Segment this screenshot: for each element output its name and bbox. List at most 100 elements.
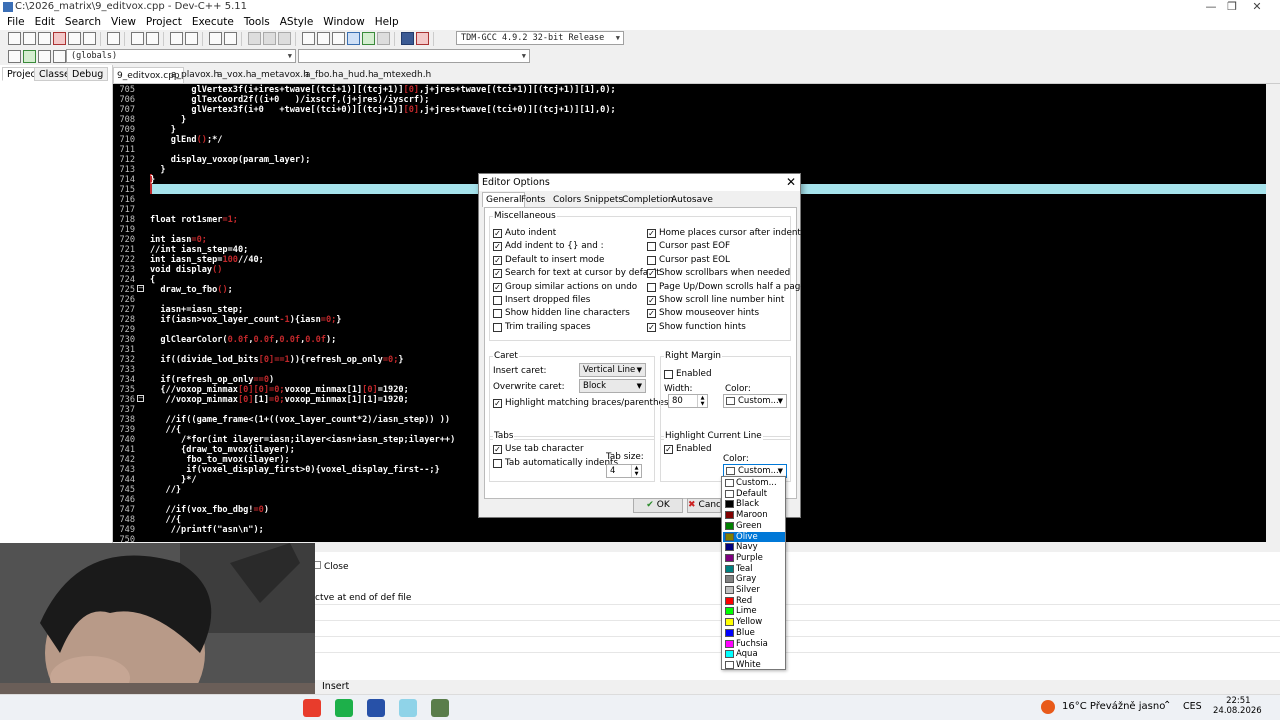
color-option[interactable]: Green <box>723 521 785 532</box>
find-icon[interactable] <box>170 32 183 45</box>
option-checkbox[interactable]: ✓ Group similar actions on undo <box>493 282 637 293</box>
code-line[interactable]: if(iasn>vox_layer_count-1){iasn=0;} <box>150 315 341 325</box>
option-checkbox[interactable]: Show hidden line characters <box>493 308 630 319</box>
menu-execute[interactable]: Execute <box>187 16 239 28</box>
option-checkbox[interactable]: ✓ Auto indent <box>493 228 556 239</box>
code-line[interactable]: if(refresh_op_only==0) <box>150 375 274 385</box>
function-select[interactable]: ▼ <box>298 49 530 63</box>
tab-auto-indent-checkbox[interactable]: Tab automatically indents <box>493 458 618 469</box>
menu-file[interactable]: File <box>2 16 30 28</box>
ok-button[interactable]: ✔ OK <box>633 498 683 513</box>
back-icon[interactable] <box>248 32 261 45</box>
editor-vertical-scrollbar[interactable] <box>1266 84 1280 542</box>
color-option[interactable]: Lime <box>723 606 785 617</box>
option-checkbox[interactable]: Insert dropped files <box>493 295 590 306</box>
open-icon[interactable] <box>23 32 36 45</box>
close-window-button[interactable]: ✕ <box>1234 0 1280 14</box>
color-option[interactable]: Blue <box>723 628 785 639</box>
menu-window[interactable]: Window <box>318 16 369 28</box>
menu-project[interactable]: Project <box>141 16 187 28</box>
code-line[interactable]: draw_to_fbo(); <box>150 285 232 295</box>
check-icon[interactable] <box>362 32 375 45</box>
code-line[interactable]: //printf("asn\n"); <box>150 525 264 535</box>
code-line[interactable]: //} <box>150 485 182 495</box>
code-line[interactable]: if(voxel_display_first>0){voxel_display_… <box>150 465 440 475</box>
margin-width-spinner[interactable]: 80 ▲ ▼ <box>668 394 708 408</box>
dialog-close-button[interactable]: ✕ <box>786 174 796 190</box>
tab-debug[interactable]: Debug <box>67 67 109 81</box>
fold-toggle-icon[interactable]: − <box>137 395 144 402</box>
scope-select[interactable]: (globals) ▼ <box>66 49 296 63</box>
option-checkbox[interactable]: ✓ Add indent to {} and : <box>493 241 604 252</box>
taskbar-app-icon[interactable] <box>303 699 321 717</box>
code-line[interactable]: display_voxop(param_layer); <box>150 155 311 165</box>
language-indicator[interactable]: CES <box>1183 701 1202 712</box>
taskbar-app-icon[interactable] <box>399 699 417 717</box>
code-line[interactable]: } <box>150 175 155 185</box>
forward-icon[interactable] <box>263 32 276 45</box>
code-line[interactable]: { <box>150 275 155 285</box>
option-checkbox[interactable]: Trim trailing spaces <box>493 322 591 333</box>
option-checkbox[interactable]: Cursor past EOL <box>647 255 730 266</box>
debug-icon[interactable] <box>416 32 429 45</box>
color-option[interactable]: Yellow <box>723 617 785 628</box>
code-line[interactable]: int iasn_step=100//40; <box>150 255 264 265</box>
code-line[interactable]: }*/ <box>150 475 197 485</box>
code-line[interactable]: int iasn=0; <box>150 235 207 245</box>
stop-icon[interactable] <box>377 32 390 45</box>
color-option[interactable]: Red <box>723 596 785 607</box>
window-icon[interactable] <box>317 32 330 45</box>
color-option[interactable]: Custom... <box>723 478 785 489</box>
option-checkbox[interactable]: ✓ Search for text at cursor by default <box>493 268 660 279</box>
option-checkbox[interactable]: ✓ Default to insert mode <box>493 255 604 266</box>
code-line[interactable]: //if((game_frame<(1+((vox_layer_count*2)… <box>150 415 451 425</box>
code-line[interactable]: void display() <box>150 265 222 275</box>
taskbar-app-icon[interactable] <box>335 699 353 717</box>
weather-text[interactable]: 16°C Převážně jasno <box>1062 701 1165 712</box>
color-option[interactable]: Black <box>723 499 785 510</box>
tab-size-spinner[interactable]: 4 ▲ ▼ <box>606 464 642 478</box>
code-line[interactable]: float rot1smer=1; <box>150 215 238 225</box>
fold-toggle-icon[interactable]: − <box>137 285 144 292</box>
close-file-icon[interactable] <box>68 32 81 45</box>
code-line[interactable]: {//voxop_minmax[0][0]=0;voxop_minmax[1][… <box>150 385 408 395</box>
code-line[interactable]: //if(vox_fbo_dbg!=0) <box>150 505 270 515</box>
layout-icon[interactable] <box>332 32 345 45</box>
clock[interactable]: 22:51 24.08.2026 <box>1213 696 1262 716</box>
remove-icon[interactable] <box>38 49 51 63</box>
code-line[interactable]: glEnd();*/ <box>150 135 223 145</box>
option-checkbox[interactable]: ✓ Show scroll line number hint <box>647 295 784 306</box>
print-icon[interactable] <box>107 32 120 45</box>
color-option[interactable]: Teal <box>723 564 785 575</box>
replace-icon[interactable] <box>185 32 198 45</box>
code-line[interactable]: if((divide_lod_bits[0]==1)){refresh_op_o… <box>150 355 403 365</box>
code-line[interactable]: glVertex3f(i+0 +twave[(tci+0)][(tcj+1)][… <box>150 105 615 115</box>
code-line[interactable]: //{ <box>150 425 182 435</box>
project-icon[interactable] <box>8 49 21 63</box>
weather-icon[interactable] <box>1041 700 1055 714</box>
color-option[interactable]: Silver <box>723 585 785 596</box>
menu-help[interactable]: Help <box>370 16 404 28</box>
add-icon[interactable] <box>23 49 36 63</box>
options-icon[interactable] <box>53 49 66 63</box>
menu-search[interactable]: Search <box>60 16 106 28</box>
option-checkbox[interactable]: ✓ Show mouseover hints <box>647 308 759 319</box>
color-option[interactable]: Navy <box>723 542 785 553</box>
tab-a-mtexedh[interactable]: a_mtexedh.h <box>370 67 434 83</box>
code-line[interactable]: } <box>150 125 176 135</box>
code-line[interactable]: iasn+=iasn_step; <box>150 305 243 315</box>
option-checkbox[interactable]: ✓ Home places cursor after indent <box>647 228 801 239</box>
menu-view[interactable]: View <box>106 16 141 28</box>
redo-icon[interactable] <box>146 32 159 45</box>
code-line[interactable]: /*for(int ilayer=iasn;ilayer<iasn+iasn_s… <box>150 435 455 445</box>
code-line[interactable]: //voxop_minmax[0][1]=0;voxop_minmax[1][1… <box>150 395 409 405</box>
compiler-select[interactable]: TDM-GCC 4.9.2 32-bit Release ▼ <box>456 31 624 45</box>
option-checkbox[interactable]: ✓ Show scrollbars when needed <box>647 268 790 279</box>
close-all-icon[interactable] <box>83 32 96 45</box>
code-line[interactable]: //{ <box>150 515 182 525</box>
indent-icon[interactable] <box>209 32 222 45</box>
grid-icon[interactable] <box>302 32 315 45</box>
code-line[interactable]: fbo_to_mvox(ilayer); <box>150 455 290 465</box>
run-icon[interactable] <box>347 32 360 45</box>
insert-caret-select[interactable]: Vertical Line ▼ <box>579 363 646 377</box>
